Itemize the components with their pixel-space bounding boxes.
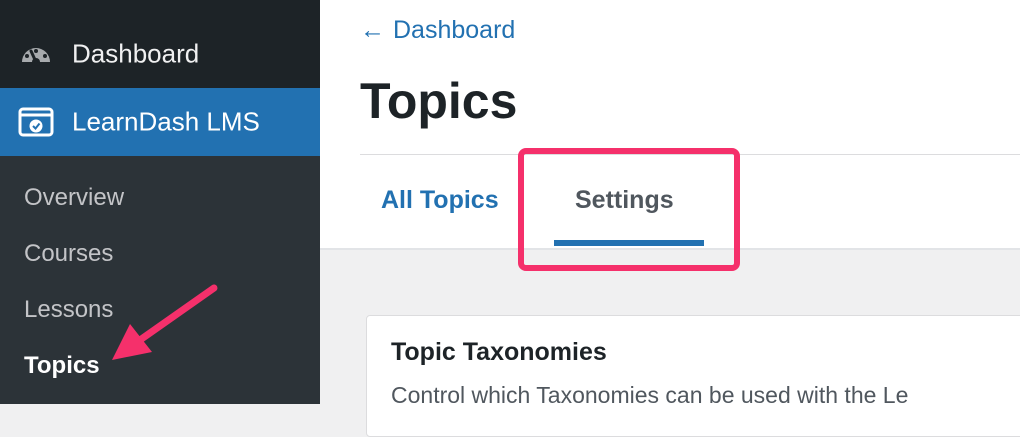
topic-taxonomies-card: Topic Taxonomies Control which Taxonomie… [366,315,1020,437]
learndash-icon [18,107,54,137]
sidebar-item-learndash[interactable]: LearnDash LMS [0,88,320,156]
sidebar-item-dashboard[interactable]: Dashboard [0,20,320,88]
back-to-dashboard-link[interactable]: ← Dashboard [360,16,515,45]
page-title: Topics [360,73,518,129]
card-description: Control which Taxonomies can be used wit… [391,382,909,408]
sidebar-item-label: LearnDash LMS [72,106,260,137]
tab-all-topics[interactable]: All Topics [381,186,499,215]
sidebar-item-label: Dashboard [72,38,200,69]
back-link-label: Dashboard [393,16,516,44]
arrow-annotation [112,284,218,360]
card-title: Topic Taxonomies [391,338,607,366]
arrow-left-icon: ← [360,16,385,44]
submenu-item-overview[interactable]: Overview [24,184,124,212]
submenu-item-courses[interactable]: Courses [24,240,113,268]
tab-settings[interactable]: Settings [575,186,674,215]
main-content: ← Dashboard Topics All Topics Settings T… [320,0,1020,437]
active-tab-indicator [554,240,704,246]
page-header: ← Dashboard Topics All Topics Settings [320,0,1020,271]
gauge-icon [22,48,50,66]
divider [360,154,1020,155]
submenu-item-topics[interactable]: Topics [24,352,100,380]
